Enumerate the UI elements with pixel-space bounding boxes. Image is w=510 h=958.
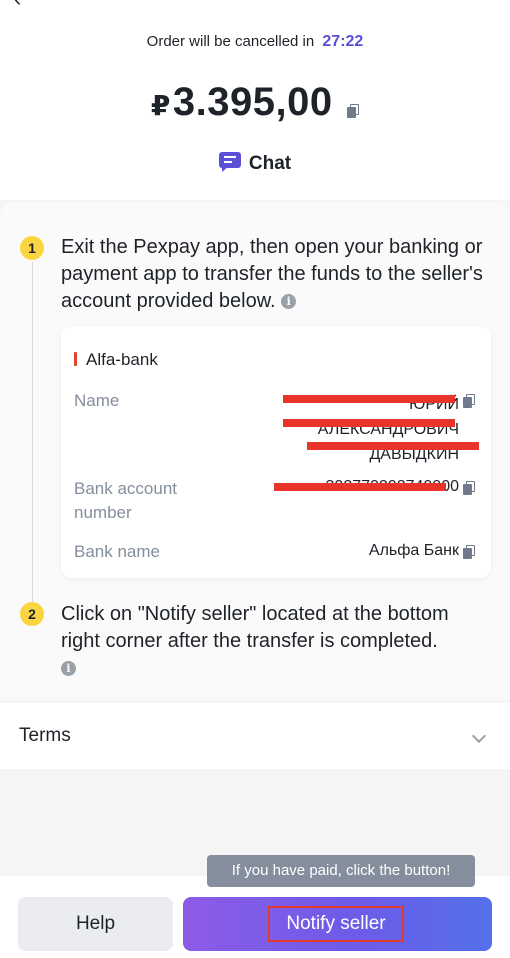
redaction-mark: [274, 483, 446, 491]
step-1-text-content: Exit the Pexpay app, then open your bank…: [61, 236, 483, 312]
cancel-countdown: Order will be cancelled in 27:22: [0, 33, 510, 51]
chat-button[interactable]: Chat: [0, 152, 510, 175]
redaction-mark: [283, 419, 455, 427]
currency-symbol: ₽: [150, 90, 171, 121]
amount-row: ₽3.395,00: [0, 80, 510, 125]
step-2-badge: 2: [20, 602, 44, 626]
order-amount: ₽3.395,00: [151, 80, 333, 124]
name-value: ЮРИЙ АЛЕКСАНДРОВИЧ ДАВЫДКИН: [318, 392, 459, 467]
redaction-mark: [283, 395, 455, 403]
bank-name-title: Alfa-bank: [86, 350, 158, 369]
help-button[interactable]: Help: [18, 897, 173, 951]
order-header: ‹ Order will be cancelled in 27:22 ₽3.39…: [0, 0, 510, 200]
copy-bank-name-icon[interactable]: [463, 545, 475, 559]
info-icon[interactable]: i: [61, 661, 76, 677]
chat-icon: [218, 152, 241, 172]
account-number-label: Bank account number: [74, 479, 178, 522]
step-1-text: Exit the Pexpay app, then open your bank…: [61, 234, 491, 315]
step-2-text-content: Click on "Notify seller" located at the …: [61, 603, 449, 652]
bank-account-card: Alfa-bank Name ЮРИЙ АЛЕКСАНДРОВИЧ ДАВЫДК…: [61, 326, 491, 578]
bank-marker: [74, 352, 77, 366]
notify-tooltip: If you have paid, click the button!: [207, 855, 475, 887]
redaction-mark: [307, 442, 479, 450]
copy-name-icon[interactable]: [463, 394, 475, 408]
bank-name-value: Альфа Банк: [368, 542, 459, 559]
notify-seller-button[interactable]: Notify seller: [183, 897, 492, 951]
notify-seller-label: Notify seller: [268, 906, 404, 942]
back-arrow-icon[interactable]: ‹: [14, 0, 21, 12]
chevron-down-icon[interactable]: [471, 728, 487, 744]
copy-account-icon[interactable]: [463, 481, 475, 495]
step-1-badge: 1: [20, 236, 44, 260]
countdown-timer: 27:22: [322, 33, 364, 50]
chat-label: Chat: [248, 153, 292, 174]
steps-connector-line: [32, 262, 33, 604]
info-icon[interactable]: i: [281, 294, 297, 310]
copy-amount-icon[interactable]: [347, 103, 360, 118]
terms-label: Terms: [19, 725, 71, 746]
cancel-prefix: Order will be cancelled in: [146, 33, 315, 50]
bank-name-label: Bank name: [74, 542, 160, 561]
name-label: Name: [74, 391, 120, 410]
step-2-text: Click on "Notify seller" located at the …: [61, 601, 491, 682]
bank-title: Alfa-bank: [74, 350, 158, 370]
terms-section[interactable]: Terms: [0, 703, 510, 769]
amount-value: 3.395,00: [172, 80, 333, 124]
